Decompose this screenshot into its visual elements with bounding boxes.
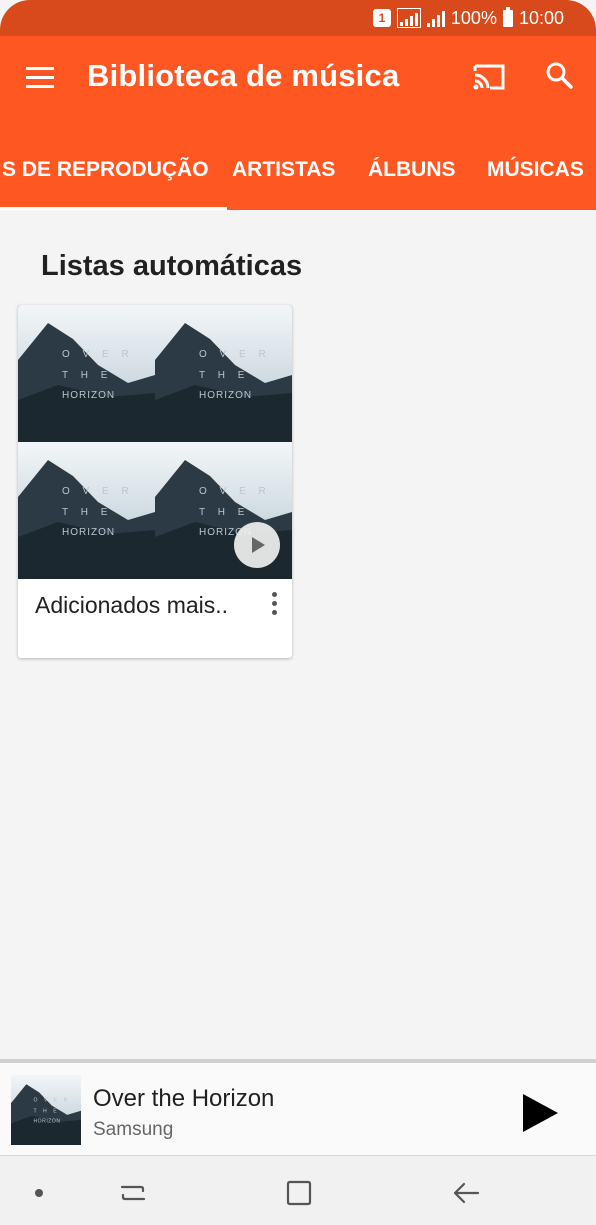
battery-icon (502, 6, 513, 27)
status-bar: 1 100% 10:00 (0, 0, 596, 36)
play-icon (523, 1094, 558, 1132)
back-icon[interactable] (449, 1176, 483, 1210)
app-bar: Biblioteca de música S DE REPRODUÇÃO ART… (0, 36, 596, 210)
album-art-tile: O V E R T H E HORIZON (155, 305, 292, 442)
cast-icon[interactable] (470, 60, 510, 96)
recents-icon[interactable] (116, 1176, 150, 1210)
tab-bar: S DE REPRODUÇÃO ARTISTAS ÁLBUNS MÚSICAS (0, 136, 596, 210)
album-art-text: HORIZON (62, 527, 115, 538)
section-title: Listas automáticas (41, 250, 303, 282)
tab-artists[interactable]: ARTISTAS (232, 136, 335, 210)
album-art-text: T H E (33, 1108, 59, 1114)
album-art-tile: O V E R T H E HORIZON (18, 305, 155, 442)
album-art-text: T H E (199, 370, 249, 381)
album-art-text: O V E R (62, 486, 134, 497)
clock: 10:00 (518, 7, 564, 28)
page-title: Biblioteca de música (87, 58, 400, 93)
album-art-text: O V E R (33, 1098, 70, 1104)
menu-icon[interactable] (22, 60, 58, 96)
now-playing-title: Over the Horizon (93, 1085, 275, 1112)
tab-playlists[interactable]: S DE REPRODUÇÃO (0, 136, 227, 210)
album-art-text: HORIZON (33, 1119, 60, 1125)
battery-percent: 100% (450, 7, 497, 28)
play-icon (252, 537, 265, 553)
album-art-text: O V E R (199, 486, 271, 497)
now-playing-album-art: O V E R T H E HORIZON (11, 1075, 81, 1145)
album-art-text: O V E R (62, 349, 134, 360)
wifi-calling-signal-icon (396, 8, 421, 28)
now-playing-bar[interactable]: O V E R T H E HORIZON Over the Horizon S… (0, 1059, 596, 1155)
now-playing-artist: Samsung (93, 1119, 174, 1140)
album-art-text: T H E (62, 507, 112, 518)
home-icon[interactable] (282, 1176, 316, 1210)
album-art-text: HORIZON (199, 390, 252, 401)
play-button[interactable] (518, 1091, 562, 1135)
play-playlist-button[interactable] (234, 522, 280, 568)
album-art-text: HORIZON (62, 390, 115, 401)
tab-albums[interactable]: ÁLBUNS (368, 136, 456, 210)
more-options-icon[interactable] (262, 589, 286, 619)
phone-screen: 1 100% 10:00 Biblioteca de música S DE R… (0, 0, 596, 1225)
album-art-text: T H E (199, 507, 249, 518)
sim-indicator: 1 (372, 9, 391, 27)
status-icons: 1 100% 10:00 (372, 6, 564, 29)
search-icon[interactable] (540, 56, 580, 96)
playlist-title: Adicionados mais.. (35, 592, 229, 618)
nav-dot-indicator (35, 1189, 43, 1197)
system-nav-bar (0, 1155, 596, 1225)
cellular-signal-icon (426, 9, 445, 27)
tab-songs[interactable]: MÚSICAS (487, 136, 584, 210)
album-art-text: O V E R (199, 349, 271, 360)
playlist-card[interactable]: O V E R T H E HORIZON O V E R T H E HORI… (18, 305, 292, 658)
album-art-text: T H E (62, 370, 112, 381)
album-art-tile: O V E R T H E HORIZON (18, 442, 155, 579)
